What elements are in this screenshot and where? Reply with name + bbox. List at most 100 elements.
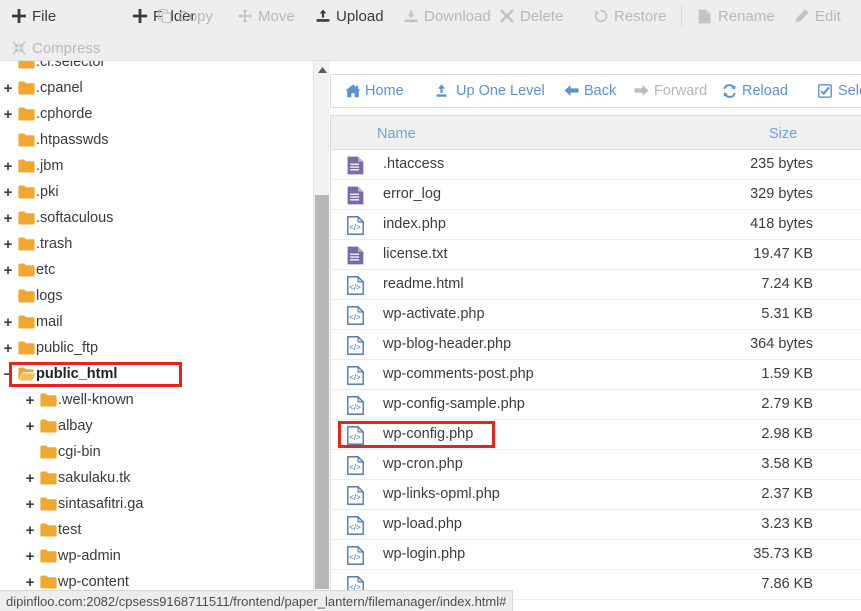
tree-item-label: .cpanel [36, 79, 83, 96]
file-row[interactable]: </> wp-load.php 3.23 KB [330, 510, 861, 540]
tree-item-label: wp-admin [58, 547, 121, 564]
tree-item-jbm[interactable]: + .jbm [0, 153, 305, 179]
toolbar-button-label: Compress [32, 39, 101, 57]
file-name: wp-config.php [383, 426, 474, 442]
expand-plus-icon[interactable]: + [0, 341, 16, 356]
file-size: 2.37 KB [761, 486, 813, 502]
tree-item-cpanel[interactable]: + .cpanel [0, 75, 305, 101]
expand-plus-icon[interactable]: + [0, 185, 16, 200]
folder-icon [18, 237, 35, 251]
expand-plus-icon[interactable]: + [0, 81, 16, 96]
nav-button-home[interactable]: Home [345, 75, 404, 107]
folder-icon [18, 263, 35, 277]
file-size: 235 bytes [750, 156, 813, 172]
tree-item-sintasafitri-ga[interactable]: + sintasafitri.ga [0, 491, 305, 517]
toolbar-button-edit: Edit [795, 1, 841, 31]
file-row[interactable]: </> wp-activate.php 5.31 KB [330, 300, 861, 330]
main-toolbar: File Folder Copy Move Upload Download Delete Re… [0, 0, 861, 61]
tree-item-label: .trash [36, 235, 73, 252]
tree-item-htpasswds[interactable]: .htpasswds [0, 127, 305, 153]
expand-plus-icon[interactable]: + [22, 575, 38, 590]
tree-item-sakulaku-tk[interactable]: + sakulaku.tk [0, 465, 305, 491]
expand-plus-icon[interactable]: + [0, 263, 16, 278]
tree-item-well-known[interactable]: + .well-known [0, 387, 305, 413]
reload-icon [722, 83, 737, 99]
file-row[interactable]: </> wp-cron.php 3.58 KB [330, 450, 861, 480]
nav-button-label: Back [584, 82, 617, 99]
collapse-minus-icon[interactable]: − [0, 367, 16, 382]
text-file-icon [347, 156, 366, 175]
tree-item-logs[interactable]: logs [0, 283, 305, 309]
file-row[interactable]: license.txt 19.47 KB [330, 240, 861, 270]
tree-item-label: public_html [36, 365, 118, 382]
expand-plus-icon[interactable]: + [0, 237, 16, 252]
scroll-up-arrow-icon[interactable] [314, 61, 330, 78]
file-row[interactable]: </> readme.html 7.24 KB [330, 270, 861, 300]
tree-item-wp-content[interactable]: + wp-content [0, 569, 305, 590]
expand-plus-icon[interactable]: + [0, 211, 16, 226]
tree-item-label: wp-content [58, 573, 129, 589]
svg-text:</>: </> [349, 493, 361, 502]
file-row[interactable]: </> wp-blog-header.php 364 bytes [330, 330, 861, 360]
tree-item-softaculous[interactable]: + .softaculous [0, 205, 305, 231]
expand-plus-icon[interactable]: + [22, 419, 38, 434]
svg-text:</>: </> [349, 403, 361, 412]
file-row[interactable]: </> wp-comments-post.php 1.59 KB [330, 360, 861, 390]
delete-x-icon [500, 8, 515, 24]
tree-item-label: test [58, 521, 82, 538]
directory-tree: .cl.selector + .cpanel + .cphorde .htpasswds +… [0, 61, 305, 589]
tree-item-cphorde[interactable]: + .cphorde [0, 101, 305, 127]
nav-button-select[interactable]: Select [818, 75, 861, 107]
folder-icon [18, 289, 35, 303]
file-row[interactable]: .htaccess 235 bytes [330, 150, 861, 180]
toolbar-button-file[interactable]: File [12, 1, 56, 31]
tree-item-cl-selector[interactable]: .cl.selector [0, 61, 305, 75]
tree-item-public-ftp[interactable]: + public_ftp [0, 335, 305, 361]
column-header-name[interactable]: Name [377, 126, 416, 142]
tree-item-test[interactable]: + test [0, 517, 305, 543]
nav-button-back[interactable]: Back [564, 75, 616, 107]
expand-plus-icon[interactable]: + [22, 497, 38, 512]
tree-item-public-html[interactable]: − public_html [0, 361, 305, 387]
svg-text:</>: </> [349, 223, 361, 232]
tree-item-pki[interactable]: + .pki [0, 179, 305, 205]
toolbar-button-upload[interactable]: Upload [316, 1, 384, 31]
expand-plus-icon[interactable]: + [22, 471, 38, 486]
nav-button-up-one-level[interactable]: Up One Level [436, 75, 545, 107]
nav-button-label: Forward [654, 82, 708, 99]
toolbar-button-label: Rename [718, 7, 775, 25]
tree-item-label: etc [36, 261, 56, 278]
file-row[interactable]: </> wp-login.php 35.73 KB [330, 540, 861, 570]
expand-plus-icon[interactable]: + [0, 159, 16, 174]
tree-item-mail[interactable]: + mail [0, 309, 305, 335]
tree-item-cgi-bin[interactable]: cgi-bin [0, 439, 305, 465]
tree-item-wp-admin[interactable]: + wp-admin [0, 543, 305, 569]
compress-icon [12, 40, 27, 56]
file-size: 364 bytes [750, 336, 813, 352]
tree-scrollbar[interactable] [313, 61, 329, 589]
file-size: 3.58 KB [761, 456, 813, 472]
expand-plus-icon[interactable]: + [0, 315, 16, 330]
file-row[interactable]: </> wp-links-opml.php 2.37 KB [330, 480, 861, 510]
file-size: 19.47 KB [753, 246, 813, 262]
expand-plus-icon[interactable]: + [0, 107, 16, 122]
file-row[interactable]: </> index.php 418 bytes [330, 210, 861, 240]
file-row[interactable]: </> wp-config-sample.php 2.79 KB [330, 390, 861, 420]
nav-button-label: Select [838, 82, 861, 99]
file-row[interactable]: error_log 329 bytes [330, 180, 861, 210]
expand-plus-icon[interactable]: + [22, 523, 38, 538]
tree-item-trash[interactable]: + .trash [0, 231, 305, 257]
file-manager-window: File Folder Copy Move Upload Download Delete Re… [0, 0, 861, 611]
folder-icon [40, 497, 57, 511]
nav-button-reload[interactable]: Reload [722, 75, 788, 107]
file-table-header: Name Size [330, 115, 861, 150]
folder-icon [18, 315, 35, 329]
tree-item-etc[interactable]: + etc [0, 257, 305, 283]
tree-scrollbar-thumb[interactable] [315, 195, 329, 589]
column-header-size[interactable]: Size [769, 126, 797, 142]
expand-plus-icon[interactable]: + [22, 549, 38, 564]
tree-item-albay[interactable]: + albay [0, 413, 305, 439]
file-size: 7.24 KB [761, 276, 813, 292]
expand-plus-icon[interactable]: + [22, 393, 38, 408]
file-row[interactable]: </> wp-config.php 2.98 KB [330, 420, 861, 450]
